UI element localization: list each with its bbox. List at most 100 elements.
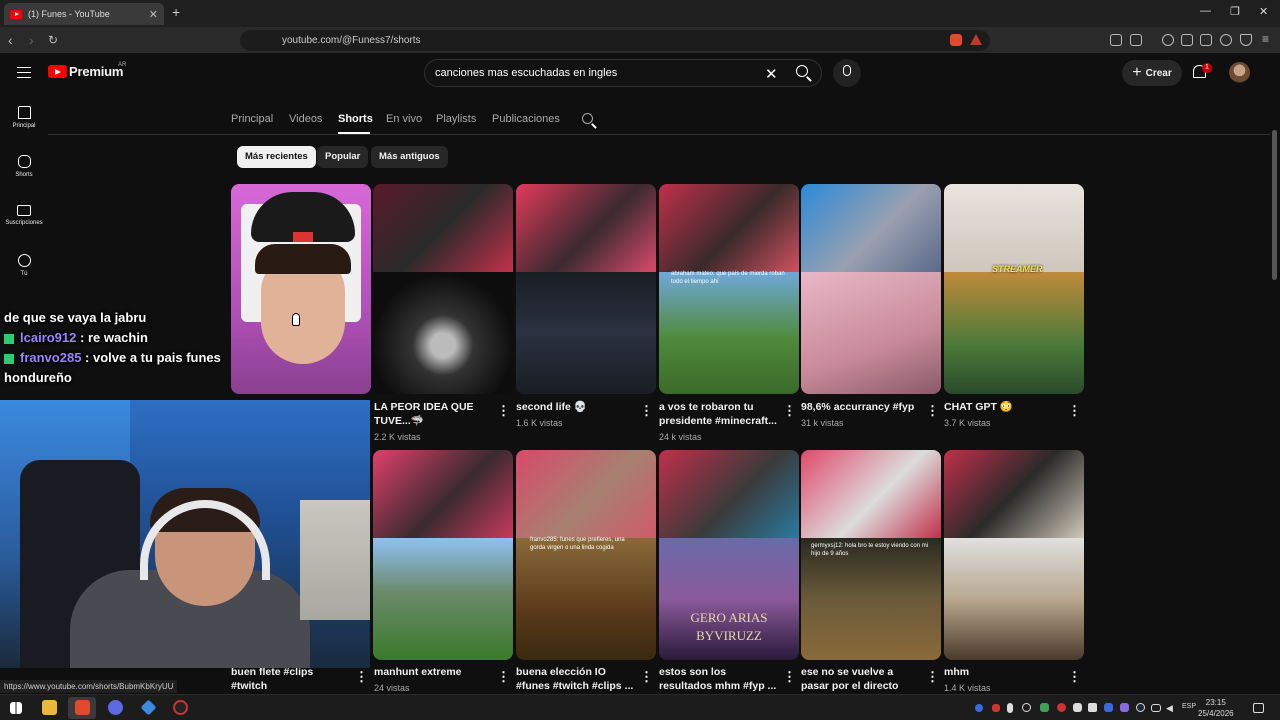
sidebar-item-you[interactable]: Tú: [0, 254, 48, 277]
tab-en-vivo[interactable]: En vivo: [386, 113, 422, 125]
screenshot-icon[interactable]: [1130, 34, 1142, 46]
more-options-icon[interactable]: ⋮: [640, 404, 653, 417]
vpn-shield-icon[interactable]: [1240, 34, 1252, 46]
chip-popular[interactable]: Popular: [317, 146, 369, 168]
thumbnail-bottom: [944, 538, 1084, 660]
more-options-icon[interactable]: ⋮: [926, 404, 939, 417]
create-button[interactable]: + Crear: [1122, 60, 1182, 86]
short-thumbnail-6[interactable]: STREAMER: [944, 184, 1084, 394]
sidebar-icon[interactable]: [1181, 34, 1193, 46]
close-tab-icon[interactable]: ✕: [149, 8, 158, 21]
chrome-icon[interactable]: [108, 700, 123, 715]
minimize-icon[interactable]: —: [1200, 5, 1211, 17]
tab-principal[interactable]: Principal: [231, 113, 273, 125]
sidebar-label: Principal: [12, 123, 36, 129]
restore-icon[interactable]: ❐: [1230, 5, 1240, 18]
stream-chat-overlay: de que se vaya la jabru lcairo912 : re w…: [0, 308, 280, 388]
input-language[interactable]: ESP: [1182, 703, 1196, 710]
more-options-icon[interactable]: ⋮: [640, 670, 653, 683]
tray-icon[interactable]: [1088, 703, 1097, 712]
microphone-tray-icon[interactable]: [1007, 703, 1013, 713]
tray-icon[interactable]: [1022, 703, 1031, 712]
sidebar-item-subscriptions[interactable]: Suscripciones: [0, 205, 48, 226]
forward-icon[interactable]: ›: [29, 32, 34, 48]
short-thumbnail-10[interactable]: GERO ARIAS BYVIRUZZ: [659, 450, 799, 660]
short-thumbnail-11[interactable]: germyxsj12: hola bro te estoy viendo con…: [801, 450, 941, 660]
sidebar-item-principal[interactable]: Principal: [0, 106, 48, 129]
short-title[interactable]: mhm: [944, 665, 1062, 679]
network-icon[interactable]: [1151, 704, 1161, 712]
music-icon[interactable]: [1162, 34, 1174, 46]
short-thumbnail-2[interactable]: [373, 184, 513, 394]
short-thumbnail-9[interactable]: franvo285: funes que prefieres, una gord…: [516, 450, 656, 660]
windows-start-icon[interactable]: [10, 702, 22, 714]
short-title[interactable]: LA PEOR IDEA QUE TUVE...🦈: [374, 400, 492, 428]
brave-rewards-icon[interactable]: [970, 34, 982, 45]
thumbnail-top: [516, 450, 656, 538]
brave-shield-icon[interactable]: [950, 34, 962, 46]
steam-icon[interactable]: [1136, 703, 1145, 712]
short-title[interactable]: estos son los resultados mhm #fyp ...: [659, 665, 777, 693]
obs-icon[interactable]: [173, 700, 188, 715]
short-thumbnail-5[interactable]: [801, 184, 941, 394]
short-title[interactable]: second life 💀: [516, 400, 634, 414]
more-options-icon[interactable]: ⋮: [783, 404, 796, 417]
chat-message: franvo285 : volve a tu pais funes hondur…: [0, 348, 280, 388]
leo-ai-icon[interactable]: [1220, 34, 1232, 46]
short-thumbnail-3[interactable]: [516, 184, 656, 394]
account-avatar[interactable]: [1229, 62, 1250, 83]
short-title[interactable]: CHAT GPT 😳: [944, 400, 1062, 414]
tab-publicaciones[interactable]: Publicaciones: [492, 113, 560, 125]
short-thumbnail-8[interactable]: [373, 450, 513, 660]
tray-icon[interactable]: [1120, 703, 1129, 712]
more-options-icon[interactable]: ⋮: [497, 670, 510, 683]
file-explorer-icon[interactable]: [42, 700, 57, 715]
short-title[interactable]: 98,6% accurrancy #fyp: [801, 400, 919, 414]
more-options-icon[interactable]: ⋮: [1068, 670, 1081, 683]
more-options-icon[interactable]: ⋮: [926, 670, 939, 683]
channel-search-icon[interactable]: [582, 113, 593, 124]
short-title[interactable]: buen flete #clips #twitch: [231, 665, 349, 693]
short-title[interactable]: a vos te robaron tu presidente #minecraf…: [659, 400, 777, 428]
discord-icon[interactable]: [1104, 703, 1113, 712]
page-scrollbar[interactable]: [1272, 130, 1277, 280]
clear-search-icon[interactable]: ✕: [765, 65, 778, 83]
more-options-icon[interactable]: ⋮: [355, 670, 368, 683]
tray-icon[interactable]: [1040, 703, 1049, 712]
tray-icon[interactable]: [975, 704, 983, 712]
short-thumbnail-12[interactable]: [944, 450, 1084, 660]
sidebar-item-shorts[interactable]: Shorts: [0, 155, 48, 178]
tab-shorts[interactable]: Shorts: [338, 113, 373, 125]
browser-tab[interactable]: (1) Funes - YouTube ✕: [4, 3, 164, 25]
app-icon[interactable]: [140, 699, 157, 716]
tab-playlists[interactable]: Playlists: [436, 113, 476, 125]
new-tab-icon[interactable]: +: [172, 4, 180, 20]
taskbar-clock[interactable]: 23:15 25/4/2026: [1198, 697, 1234, 719]
extension-icon[interactable]: [1110, 34, 1122, 46]
tray-icon[interactable]: [1073, 703, 1082, 712]
volume-icon[interactable]: ◀: [1166, 703, 1176, 713]
browser-menu-icon[interactable]: ≡: [1262, 32, 1269, 46]
more-options-icon[interactable]: ⋮: [1068, 404, 1081, 417]
tray-icon[interactable]: [1057, 703, 1066, 712]
short-title[interactable]: buena elección IO #funes #twitch #clips …: [516, 665, 634, 693]
search-input[interactable]: [435, 67, 755, 79]
more-options-icon[interactable]: ⋮: [783, 670, 796, 683]
chip-mas-recientes[interactable]: Más recientes: [237, 146, 316, 168]
window-close-icon[interactable]: ✕: [1259, 5, 1268, 18]
reload-icon[interactable]: ↻: [48, 33, 58, 47]
short-thumbnail-4[interactable]: abraham mateo: que país de mierda roban …: [659, 184, 799, 394]
short-title[interactable]: manhunt extreme: [374, 665, 492, 679]
more-options-icon[interactable]: ⋮: [497, 404, 510, 417]
youtube-premium-logo[interactable]: Premium: [48, 64, 123, 79]
hamburger-menu-icon[interactable]: [17, 67, 31, 78]
notification-center-icon[interactable]: [1253, 703, 1264, 713]
search-button[interactable]: [791, 60, 823, 86]
chip-mas-antiguos[interactable]: Más antiguos: [371, 146, 448, 168]
url-field[interactable]: youtube.com/@Funess7/shorts: [240, 30, 990, 51]
voice-search-button[interactable]: [833, 59, 861, 87]
wallet-icon[interactable]: [1200, 34, 1212, 46]
tab-videos[interactable]: Videos: [289, 113, 322, 125]
tray-icon[interactable]: [992, 704, 1000, 712]
back-icon[interactable]: ‹: [8, 32, 13, 48]
